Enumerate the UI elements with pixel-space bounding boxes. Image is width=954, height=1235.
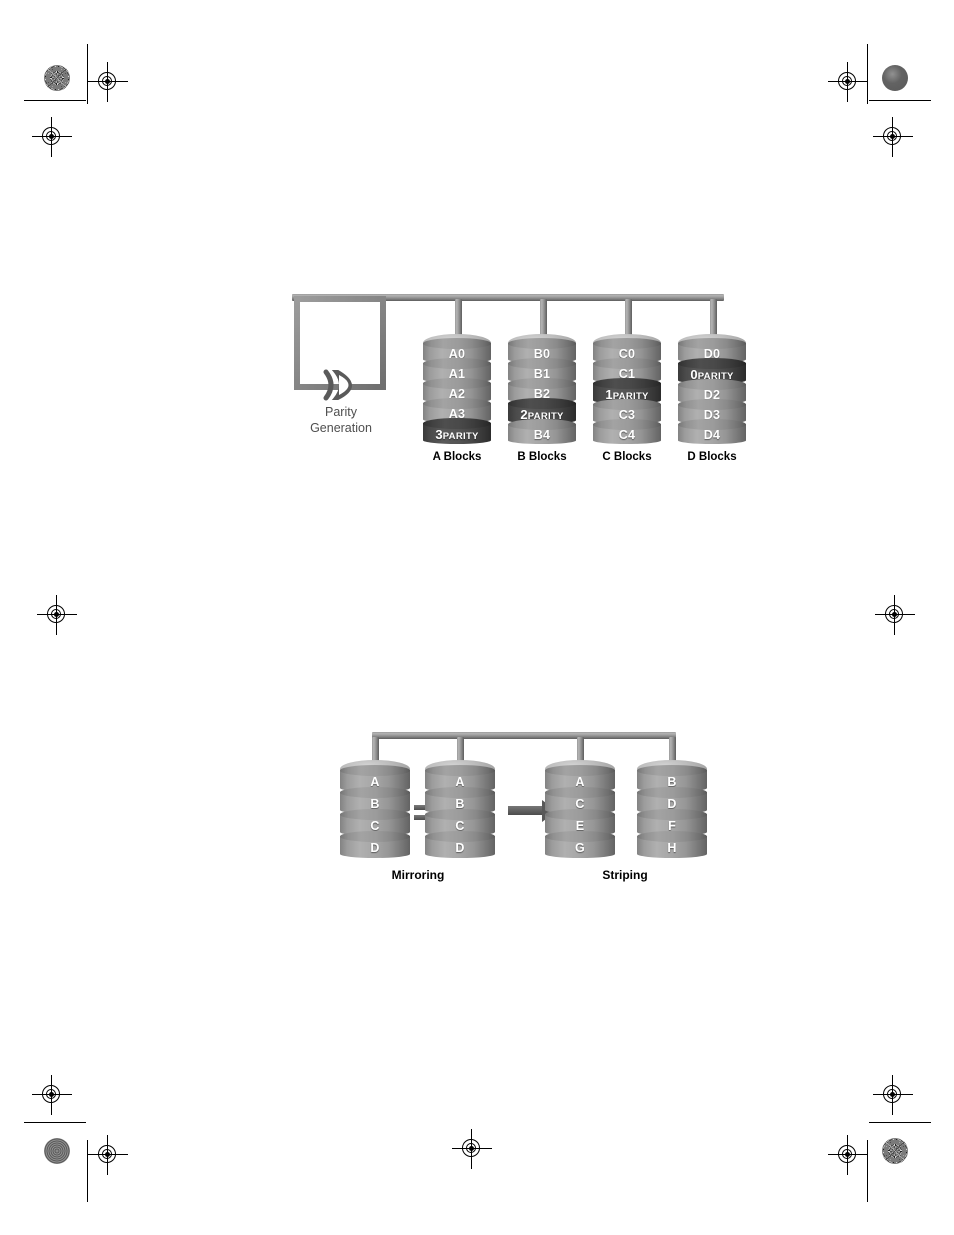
bus-bar-horizontal-2 <box>372 732 676 739</box>
disk-mirror-1: A B C D <box>340 760 410 860</box>
disk-mirror-2-platter-3: D <box>425 831 495 858</box>
mirroring-caption: Mirroring <box>391 868 445 882</box>
disk-stripe-1: A C E G <box>545 760 615 860</box>
figure-raid10-mirroring-striping: A B C D A B C D A C E G B D F H Mirrorin… <box>0 0 954 1235</box>
striping-caption: Striping <box>602 868 648 882</box>
disk-stripe-2: B D F H <box>637 760 707 860</box>
disk-mirror-2: A B C D <box>425 760 495 860</box>
disk-mirror-1-platter-3: D <box>340 831 410 858</box>
disk-stripe-2-platter-3: H <box>637 831 707 858</box>
disk-stripe-1-platter-3: G <box>545 831 615 858</box>
